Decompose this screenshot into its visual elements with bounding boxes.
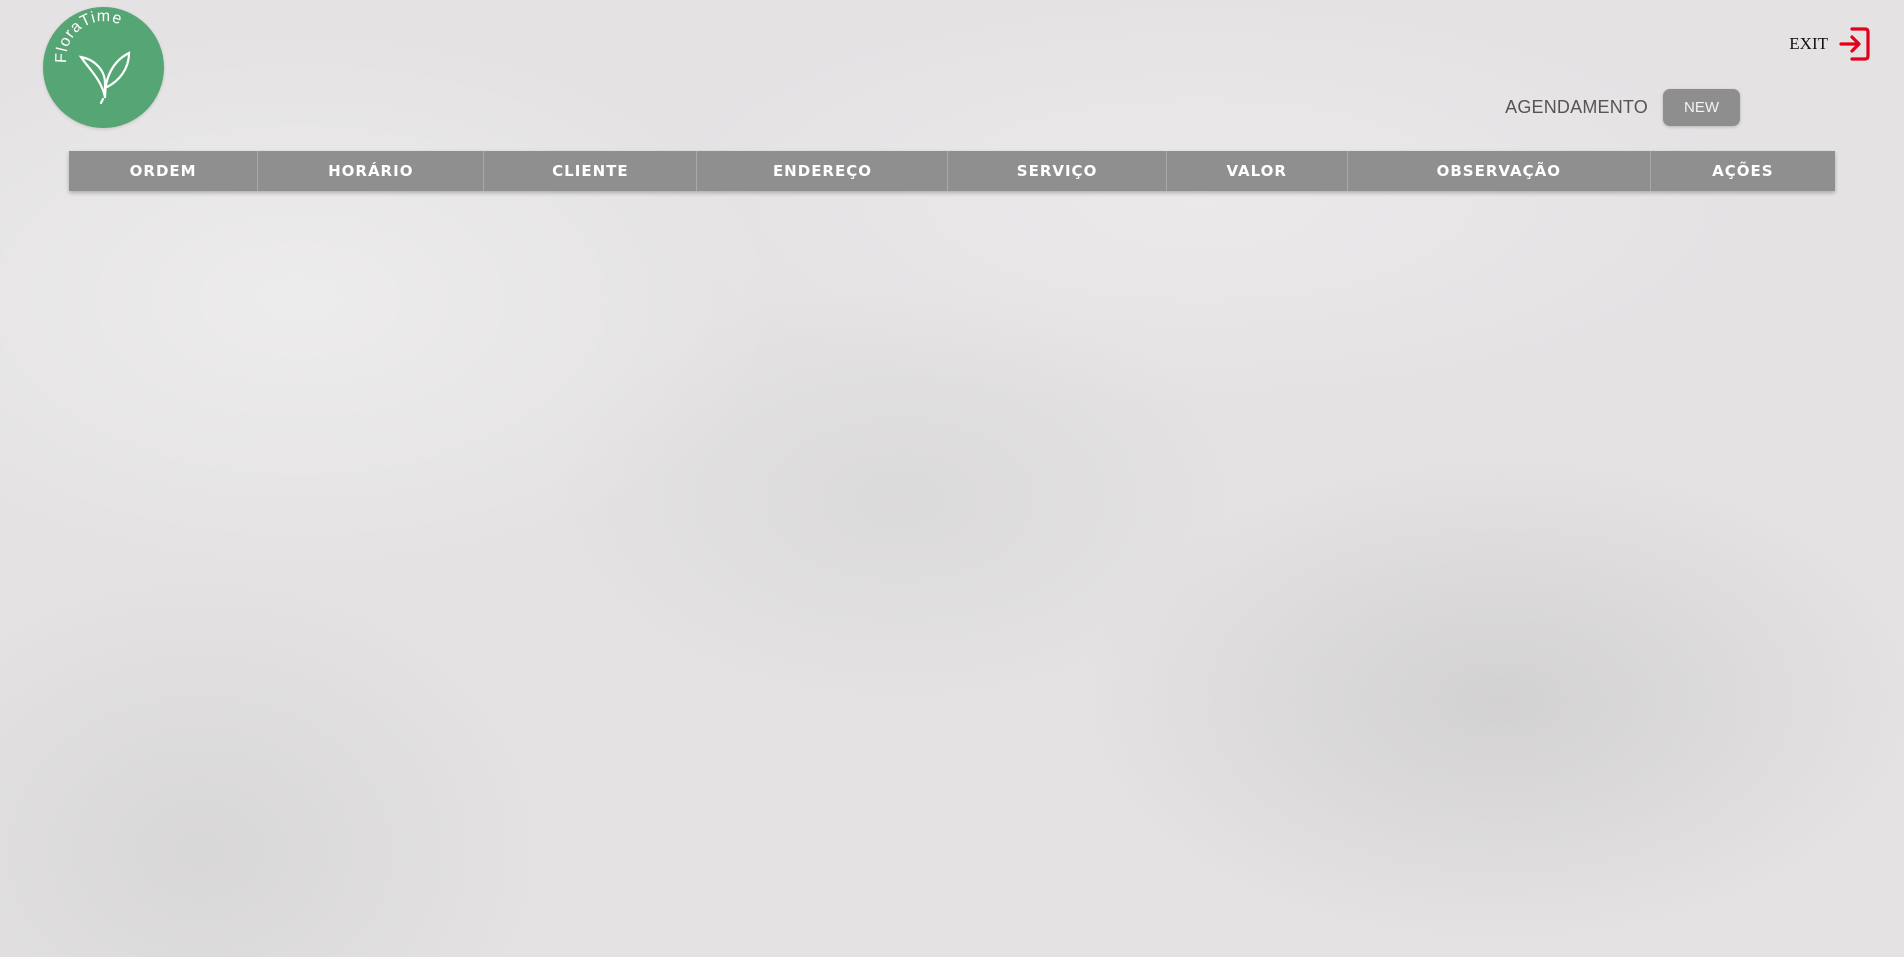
table-header-row: ORDEM HORÁRIO CLIENTE ENDEREÇO SERVIÇO V…	[69, 151, 1835, 191]
column-header-ordem[interactable]: ORDEM	[69, 151, 259, 191]
column-header-servico[interactable]: SERVIÇO	[947, 151, 1167, 191]
leaf-icon: FloraTime	[53, 8, 131, 105]
column-header-endereco[interactable]: ENDEREÇO	[696, 151, 949, 191]
svg-text:FloraTime: FloraTime	[53, 8, 125, 63]
column-header-valor[interactable]: VALOR	[1166, 151, 1348, 191]
agenda-toolbar: AGENDAMENTO NEW	[1505, 89, 1740, 126]
column-header-cliente[interactable]: CLIENTE	[483, 151, 698, 191]
appointments-table: ORDEM HORÁRIO CLIENTE ENDEREÇO SERVIÇO V…	[69, 151, 1835, 191]
page-title: AGENDAMENTO	[1505, 97, 1648, 117]
exit-link[interactable]: EXIT	[1789, 26, 1870, 62]
floratime-logo: FloraTime	[43, 7, 164, 128]
column-header-acoes[interactable]: AÇÕES	[1650, 151, 1835, 191]
exit-label: EXIT	[1789, 34, 1828, 53]
new-appointment-button[interactable]: NEW	[1663, 89, 1740, 126]
exit-icon[interactable]	[1838, 26, 1870, 62]
column-header-observacao[interactable]: OBSERVAÇÃO	[1347, 151, 1651, 191]
column-header-horario[interactable]: HORÁRIO	[257, 151, 485, 191]
